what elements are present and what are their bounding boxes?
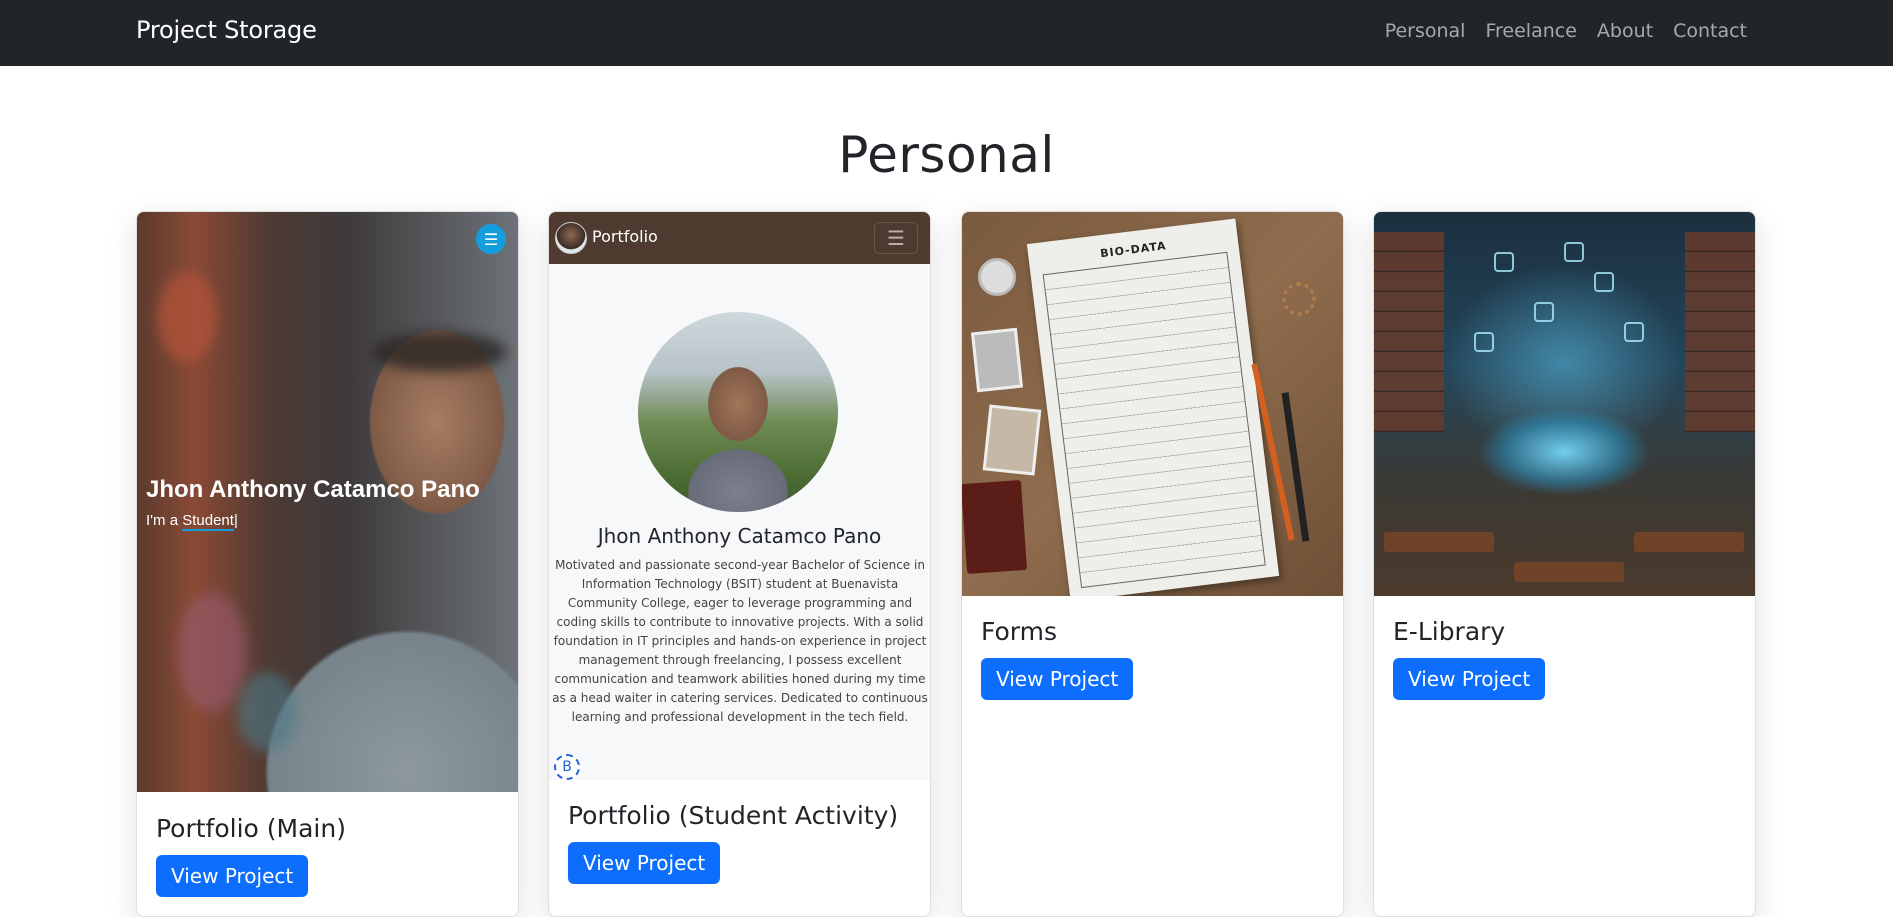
card-image-e-library[interactable] <box>1374 212 1755 596</box>
bokeh-shape <box>157 272 217 362</box>
hamburger-icon: ☰ <box>874 222 918 254</box>
photo-shape <box>970 327 1024 393</box>
card-title: Portfolio (Main) <box>156 814 346 843</box>
brand-link[interactable]: Project Storage <box>136 16 317 44</box>
hero-name: Jhon Anthony Catamco Pano <box>146 476 480 503</box>
desk-shape <box>1384 532 1494 552</box>
project-card-e-library: E-Library View Project <box>1373 211 1756 917</box>
photo-shape <box>982 404 1042 476</box>
desk-shape <box>1514 562 1624 582</box>
nav-link-freelance[interactable]: Freelance <box>1485 20 1576 42</box>
passport-shape <box>962 480 1028 574</box>
card-title: Forms <box>981 617 1058 646</box>
profile-bio: Motivated and passionate second-year Bac… <box>552 558 928 724</box>
card-image-portfolio-main[interactable]: ☰ Jhon Anthony Catamco Pano I'm a Studen… <box>137 212 518 792</box>
form-rows <box>1042 251 1266 589</box>
profile-photo <box>638 312 838 512</box>
glasses-shape <box>372 332 507 372</box>
view-project-button[interactable]: View Project <box>156 855 309 897</box>
typing-cursor: | <box>233 512 238 529</box>
biodata-paper: BIO-DATA <box>1026 218 1280 596</box>
section-title: Personal <box>838 126 1055 184</box>
project-card-portfolio-main: ☰ Jhon Anthony Catamco Pano I'm a Studen… <box>136 211 519 917</box>
top-navbar: Project Storage Personal Freelance About… <box>0 0 1893 66</box>
card-title: E-Library <box>1393 617 1506 646</box>
view-project-button[interactable]: View Project <box>1393 658 1546 700</box>
holo-icon <box>1494 252 1514 272</box>
holo-icon <box>1474 332 1494 352</box>
desk-shape <box>1634 532 1744 552</box>
nav-link-about[interactable]: About <box>1597 20 1653 42</box>
nav-link-contact[interactable]: Contact <box>1673 20 1747 42</box>
card-image-forms[interactable]: BIO-DATA <box>962 212 1343 596</box>
holo-icon <box>1564 242 1584 262</box>
card-body: Portfolio (Main) View Project <box>156 814 346 897</box>
gear-shape <box>1282 282 1316 316</box>
card-title: Portfolio (Student Activity) <box>568 801 899 830</box>
card-body: Portfolio (Student Activity) View Projec… <box>568 801 898 884</box>
preview-navbar: Portfolio ☰ <box>549 212 930 264</box>
compass-shape <box>978 258 1016 296</box>
profile-name: Jhon Anthony Catamco Pano <box>597 524 882 548</box>
view-project-button[interactable]: View Project <box>568 842 721 884</box>
card-body: E-Library View Project <box>1393 617 1546 700</box>
avatar <box>555 222 587 254</box>
holo-icon <box>1534 302 1554 322</box>
nav-link-personal[interactable]: Personal <box>1385 20 1466 42</box>
menu-icon: ☰ <box>476 224 506 254</box>
holo-icon <box>1594 272 1614 292</box>
preview-brand: Portfolio <box>592 227 658 246</box>
project-card-forms: BIO-DATA Forms View Project <box>961 211 1344 917</box>
hero-subtitle: I'm a Student| <box>146 512 238 531</box>
bokeh-shape <box>237 672 297 752</box>
b-badge-icon: B <box>554 754 580 780</box>
holo-icon <box>1624 322 1644 342</box>
hero-sub-typed: Student <box>182 512 234 531</box>
view-project-button[interactable]: View Project <box>981 658 1134 700</box>
card-image-portfolio-student-activity[interactable]: Portfolio ☰ Jhon Anthony Catamco Pano Mo… <box>549 212 930 780</box>
card-body: Forms View Project <box>981 617 1134 700</box>
bokeh-shape <box>177 592 247 712</box>
project-card-portfolio-student-activity: Portfolio ☰ Jhon Anthony Catamco Pano Mo… <box>548 211 931 917</box>
bookshelf-shape <box>1685 232 1755 432</box>
bookshelf-shape <box>1374 232 1444 432</box>
nav-links: Personal Freelance About Contact <box>1385 20 1747 42</box>
hero-sub-prefix: I'm a <box>146 512 183 529</box>
